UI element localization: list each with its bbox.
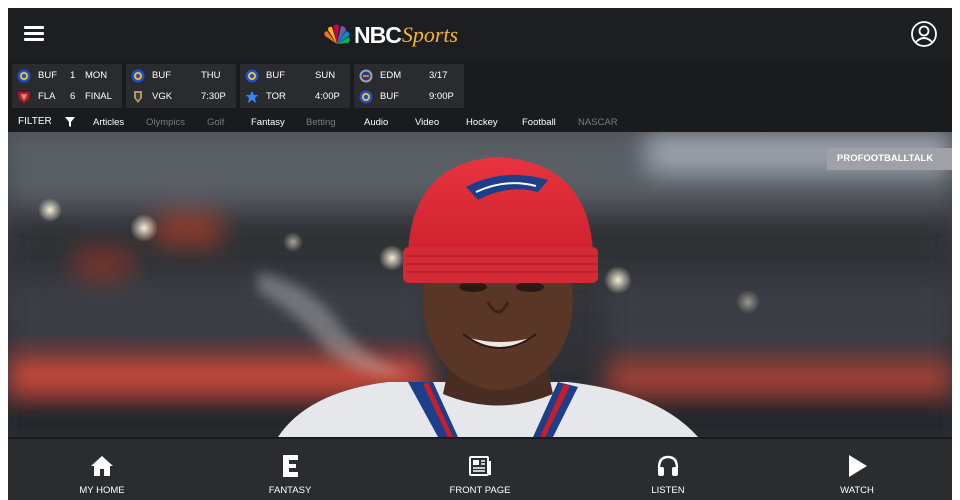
oilers-logo-icon	[359, 69, 373, 83]
game-card[interactable]: EDM 3/17 BUF 9:00P	[354, 64, 464, 108]
game-status: FINAL	[85, 91, 112, 102]
filter-bar: FILTER Articles Olympics Golf Fantasy Be…	[8, 112, 952, 132]
game-time: 9:00P	[429, 91, 454, 102]
nav-my-home[interactable]: MY HOME	[42, 439, 162, 500]
filter-item-audio[interactable]: Audio	[364, 117, 388, 128]
maple-leafs-logo-icon	[246, 91, 258, 103]
profootballtalk-badge[interactable]: PROFOOTBALLTALK	[827, 148, 952, 170]
team-abbr: BUF	[152, 70, 171, 81]
game-row: TOR 4:00P	[240, 88, 350, 106]
game-day: THU	[201, 70, 221, 81]
game-row: VGK 7:30P	[126, 88, 236, 106]
peacock-icon	[324, 24, 350, 44]
nav-front-page[interactable]: FRONT PAGE	[420, 439, 540, 500]
nav-fantasy[interactable]: FANTASY	[230, 439, 350, 500]
filter-item-golf[interactable]: Golf	[207, 117, 224, 128]
team-score: 6	[70, 91, 76, 102]
filter-item-olympics[interactable]: Olympics	[146, 117, 185, 128]
game-day: MON	[85, 70, 108, 81]
game-card[interactable]: BUF 1 MON FLA 6 FINAL	[12, 64, 122, 108]
nav-watch[interactable]: WATCH	[797, 439, 917, 500]
hero-photo	[8, 132, 952, 437]
logo-nbc-text: NBC	[354, 21, 402, 48]
filter-item-nascar[interactable]: NASCAR	[578, 117, 618, 128]
bottom-navigation: MY HOME FANTASY FRONT PAGE LISTEN WATCH	[8, 437, 952, 500]
nav-label: WATCH	[840, 485, 874, 496]
team-abbr: BUF	[380, 91, 399, 102]
game-row: BUF 1 MON	[12, 67, 122, 85]
golden-knights-logo-icon	[134, 91, 142, 103]
user-profile-icon[interactable]	[910, 20, 938, 48]
logo-sports-text: Sports	[401, 22, 459, 47]
sabres-logo-icon	[359, 90, 373, 104]
team-abbr: TOR	[266, 91, 286, 102]
nav-label: FRONT PAGE	[449, 485, 511, 496]
nav-label: FANTASY	[268, 485, 312, 496]
sabres-logo-icon	[17, 69, 31, 83]
game-row: FLA 6 FINAL	[12, 88, 122, 106]
game-time: 4:00P	[315, 91, 340, 102]
game-row: BUF SUN	[240, 67, 350, 85]
filter-label[interactable]: FILTER	[18, 116, 52, 127]
filter-item-video[interactable]: Video	[415, 117, 439, 128]
game-day: SUN	[315, 70, 336, 81]
team-abbr: VGK	[152, 91, 173, 102]
sabres-logo-icon	[131, 69, 145, 83]
funnel-icon[interactable]	[65, 117, 75, 127]
hero-image[interactable]: PROFOOTBALLTALK	[8, 132, 952, 437]
play-icon	[849, 455, 867, 477]
nav-listen[interactable]: LISTEN	[608, 439, 728, 500]
filter-item-football[interactable]: Football	[522, 117, 556, 128]
game-card[interactable]: BUF THU VGK 7:30P	[126, 64, 236, 108]
app-window: NBC Sports BUF 1 MON FLA 6 FINAL BUF THU…	[8, 8, 952, 500]
newspaper-icon	[469, 456, 491, 476]
nav-label: LISTEN	[651, 485, 685, 496]
game-card[interactable]: BUF SUN TOR 4:00P	[240, 64, 350, 108]
team-abbr: FLA	[38, 91, 56, 102]
header-bar: NBC Sports	[8, 8, 952, 62]
nbc-sports-logo[interactable]: NBC Sports	[322, 18, 458, 52]
team-score: 1	[70, 70, 76, 81]
game-row: BUF 9:00P	[354, 88, 464, 106]
team-abbr: EDM	[380, 70, 402, 81]
team-abbr: BUF	[266, 70, 285, 81]
filter-item-hockey[interactable]: Hockey	[466, 117, 498, 128]
game-date: 3/17	[429, 70, 448, 81]
team-abbr: BUF	[38, 70, 57, 81]
game-time: 7:30P	[201, 91, 226, 102]
game-row: BUF THU	[126, 67, 236, 85]
headphones-icon	[657, 455, 679, 476]
home-icon	[91, 456, 113, 476]
filter-item-betting[interactable]: Betting	[306, 117, 336, 128]
filter-item-fantasy[interactable]: Fantasy	[251, 117, 285, 128]
game-row: EDM 3/17	[354, 67, 464, 85]
sabres-logo-icon	[245, 69, 259, 83]
scores-ticker: BUF 1 MON FLA 6 FINAL BUF THU VGK 7:30P	[8, 62, 952, 112]
nav-label: MY HOME	[79, 485, 125, 496]
filter-item-articles[interactable]: Articles	[93, 117, 124, 128]
panthers-logo-icon	[18, 92, 30, 103]
hamburger-menu-icon[interactable]	[24, 25, 46, 43]
fantasy-e-icon	[283, 455, 298, 477]
